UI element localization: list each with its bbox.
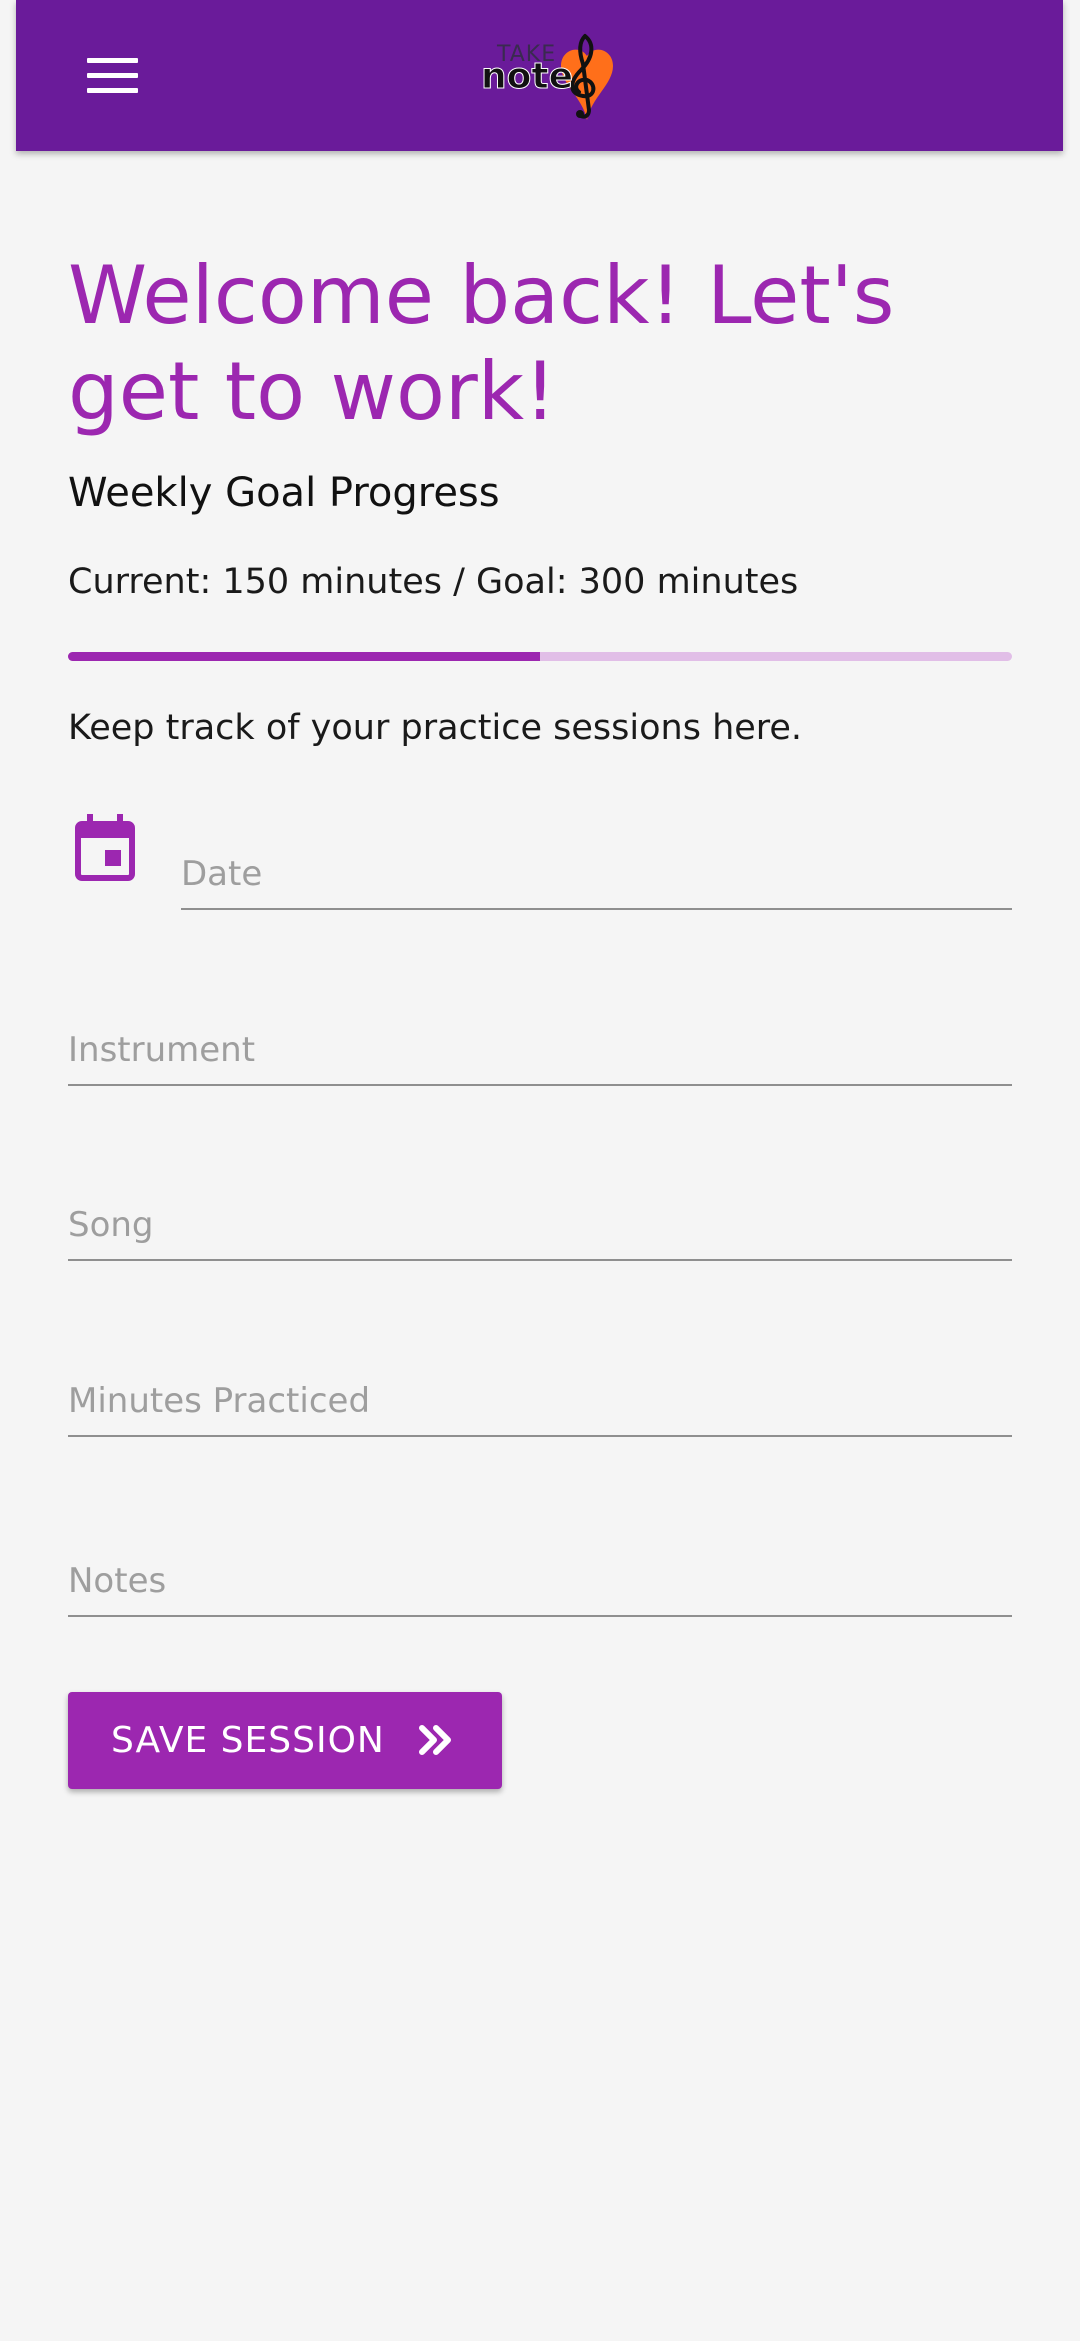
song-input[interactable] bbox=[68, 1205, 1012, 1245]
instrument-input[interactable] bbox=[68, 1030, 1012, 1070]
menu-button[interactable] bbox=[70, 40, 140, 110]
logo-main-text: note bbox=[481, 56, 574, 98]
app-toolbar: TAKE note bbox=[16, 0, 1063, 151]
goal-progress-fill bbox=[68, 652, 540, 661]
save-session-button[interactable]: SAVE SESSION bbox=[68, 1692, 502, 1789]
app-logo: TAKE note bbox=[461, 28, 631, 128]
notes-input[interactable] bbox=[68, 1561, 1012, 1601]
save-session-label: SAVE SESSION bbox=[111, 1720, 385, 1761]
minutes-practiced-input[interactable] bbox=[68, 1381, 1012, 1421]
weekly-goal-status: Current: 150 minutes / Goal: 300 minutes bbox=[68, 562, 799, 602]
goal-progress-bar bbox=[68, 652, 1012, 661]
hamburger-menu-icon bbox=[87, 58, 138, 63]
date-field[interactable] bbox=[181, 830, 1012, 910]
weekly-goal-title: Weekly Goal Progress bbox=[68, 470, 500, 516]
song-field[interactable] bbox=[68, 1181, 1012, 1261]
notes-field[interactable] bbox=[68, 1537, 1012, 1617]
welcome-heading: Welcome back! Let's get to work! bbox=[68, 249, 895, 438]
minutes-practiced-field[interactable] bbox=[68, 1357, 1012, 1437]
date-input[interactable] bbox=[181, 854, 1012, 894]
instrument-field[interactable] bbox=[68, 1006, 1012, 1086]
double-chevron-right-icon bbox=[419, 1725, 451, 1755]
hamburger-menu-icon-line bbox=[87, 73, 138, 78]
calendar-icon[interactable] bbox=[74, 812, 136, 882]
hamburger-menu-icon-line bbox=[87, 88, 138, 93]
intro-text: Keep track of your practice sessions her… bbox=[68, 708, 803, 748]
